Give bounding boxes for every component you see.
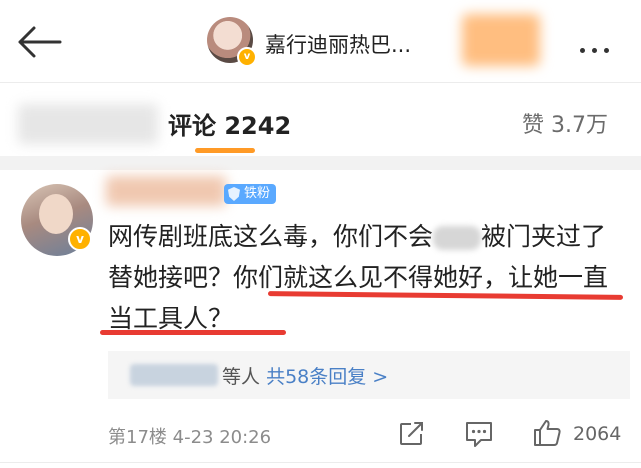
red-underline: [100, 330, 286, 335]
tab-likes[interactable]: 赞 3.7万: [522, 107, 608, 139]
verified-badge-icon: v: [68, 227, 92, 251]
page-title[interactable]: 嘉行迪丽热巴...: [265, 29, 411, 59]
comment-meta: 第17楼 4-23 20:26: [108, 423, 271, 449]
back-arrow-icon[interactable]: [14, 22, 64, 62]
floor-number: 第17楼: [108, 427, 167, 448]
verified-badge-icon: v: [237, 47, 257, 67]
tab-reposts-redacted[interactable]: [18, 104, 158, 144]
section-gap: [0, 156, 641, 170]
share-icon[interactable]: [398, 421, 424, 447]
fan-level-label: 铁粉: [244, 186, 271, 201]
shield-icon: [228, 187, 240, 201]
fan-level-badge: 铁粉: [224, 184, 277, 204]
commenter-name-redacted[interactable]: [106, 176, 226, 206]
replies-suffix: 等人: [222, 366, 261, 388]
active-tab-indicator: [195, 148, 255, 153]
comment-text-part1: 网传剧班底这么毒，你们不会: [108, 222, 434, 251]
tab-comments[interactable]: 评论 2242: [168, 106, 291, 141]
divider: [0, 462, 641, 463]
replier-names-redacted: [130, 364, 218, 386]
thumbs-up-icon[interactable]: [532, 418, 562, 448]
comment-text: 网传剧班底这么毒，你们不会 被门夹过了替她接吧？你们就这么见不得她好，让她一直当工…: [108, 216, 628, 339]
divider: [0, 82, 641, 83]
redacted-word: [433, 226, 482, 250]
replies-summary[interactable]: 等人 共58条回复 >: [222, 362, 388, 389]
redacted-follow-button[interactable]: [462, 14, 540, 66]
like-count: 2064: [573, 423, 622, 445]
view-replies-link[interactable]: 共58条回复 >: [266, 366, 388, 388]
comment-icon[interactable]: [464, 420, 494, 448]
more-dots-icon[interactable]: [580, 38, 616, 57]
comment-time: 4-23 20:26: [172, 427, 272, 448]
